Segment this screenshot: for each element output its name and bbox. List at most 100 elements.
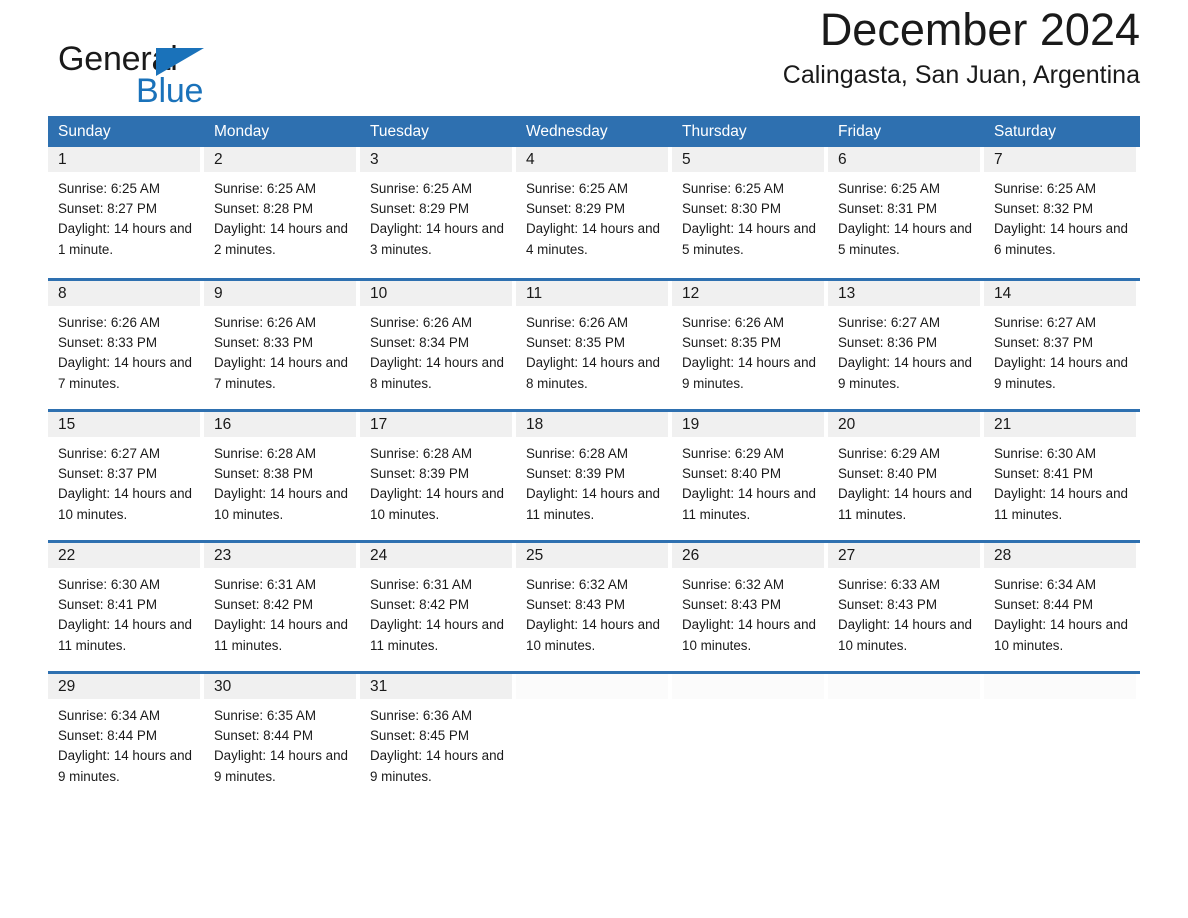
day-cell[interactable]: 17 Sunrise: 6:28 AM Sunset: 8:39 PM Dayl… [360, 412, 516, 540]
day-number [828, 674, 980, 699]
day-cell[interactable]: 22 Sunrise: 6:30 AM Sunset: 8:41 PM Dayl… [48, 543, 204, 671]
day-cell[interactable]: 16 Sunrise: 6:28 AM Sunset: 8:38 PM Dayl… [204, 412, 360, 540]
day-cell[interactable]: 1 Sunrise: 6:25 AM Sunset: 8:27 PM Dayli… [48, 147, 204, 278]
day-number: 9 [204, 281, 356, 306]
sunset-text: Sunset: 8:40 PM [682, 466, 781, 482]
day-number: 19 [672, 412, 824, 437]
sunset-text: Sunset: 8:41 PM [58, 597, 157, 613]
day-cell[interactable]: 24 Sunrise: 6:31 AM Sunset: 8:42 PM Dayl… [360, 543, 516, 671]
day-number: 12 [672, 281, 824, 306]
title-block: December 2024 Calingasta, San Juan, Arge… [783, 6, 1140, 90]
day-cell[interactable]: 10 Sunrise: 6:26 AM Sunset: 8:34 PM Dayl… [360, 281, 516, 409]
day-details: Sunrise: 6:35 AM Sunset: 8:44 PM Dayligh… [204, 699, 356, 787]
sunrise-text: Sunrise: 6:25 AM [370, 181, 472, 196]
sunset-text: Sunset: 8:36 PM [838, 335, 937, 351]
day-cell[interactable]: 27 Sunrise: 6:33 AM Sunset: 8:43 PM Dayl… [828, 543, 984, 671]
sunset-text: Sunset: 8:31 PM [838, 201, 937, 217]
day-cell[interactable]: 21 Sunrise: 6:30 AM Sunset: 8:41 PM Dayl… [984, 412, 1140, 540]
sunset-text: Sunset: 8:39 PM [526, 466, 625, 482]
sunset-text: Sunset: 8:42 PM [214, 597, 313, 613]
day-number: 22 [48, 543, 200, 568]
sunset-text: Sunset: 8:33 PM [58, 335, 157, 351]
daylight-text: Daylight: 14 hours and 11 minutes. [214, 617, 348, 653]
sunset-text: Sunset: 8:29 PM [526, 201, 625, 217]
daylight-text: Daylight: 14 hours and 11 minutes. [838, 486, 972, 522]
day-cell[interactable]: 5 Sunrise: 6:25 AM Sunset: 8:30 PM Dayli… [672, 147, 828, 278]
day-details: Sunrise: 6:32 AM Sunset: 8:43 PM Dayligh… [672, 568, 824, 656]
sunset-text: Sunset: 8:29 PM [370, 201, 469, 217]
day-cell[interactable]: 9 Sunrise: 6:26 AM Sunset: 8:33 PM Dayli… [204, 281, 360, 409]
day-cell[interactable]: 12 Sunrise: 6:26 AM Sunset: 8:35 PM Dayl… [672, 281, 828, 409]
day-number: 24 [360, 543, 512, 568]
sunset-text: Sunset: 8:41 PM [994, 466, 1093, 482]
day-cell[interactable]: 29 Sunrise: 6:34 AM Sunset: 8:44 PM Dayl… [48, 674, 204, 791]
sunrise-text: Sunrise: 6:25 AM [58, 181, 160, 196]
day-details: Sunrise: 6:33 AM Sunset: 8:43 PM Dayligh… [828, 568, 980, 656]
day-number: 20 [828, 412, 980, 437]
day-cell[interactable]: 2 Sunrise: 6:25 AM Sunset: 8:28 PM Dayli… [204, 147, 360, 278]
day-cell[interactable]: 8 Sunrise: 6:26 AM Sunset: 8:33 PM Dayli… [48, 281, 204, 409]
day-cell[interactable]: 6 Sunrise: 6:25 AM Sunset: 8:31 PM Dayli… [828, 147, 984, 278]
day-cell[interactable]: 25 Sunrise: 6:32 AM Sunset: 8:43 PM Dayl… [516, 543, 672, 671]
day-cell[interactable]: 30 Sunrise: 6:35 AM Sunset: 8:44 PM Dayl… [204, 674, 360, 791]
day-number: 13 [828, 281, 980, 306]
daylight-text: Daylight: 14 hours and 10 minutes. [682, 617, 816, 653]
daylight-text: Daylight: 14 hours and 6 minutes. [994, 221, 1128, 257]
day-cell[interactable]: 28 Sunrise: 6:34 AM Sunset: 8:44 PM Dayl… [984, 543, 1140, 671]
day-cell[interactable]: 15 Sunrise: 6:27 AM Sunset: 8:37 PM Dayl… [48, 412, 204, 540]
day-cell[interactable]: 23 Sunrise: 6:31 AM Sunset: 8:42 PM Dayl… [204, 543, 360, 671]
day-details: Sunrise: 6:28 AM Sunset: 8:39 PM Dayligh… [360, 437, 512, 525]
day-cell[interactable]: 19 Sunrise: 6:29 AM Sunset: 8:40 PM Dayl… [672, 412, 828, 540]
day-details: Sunrise: 6:25 AM Sunset: 8:32 PM Dayligh… [984, 172, 1136, 260]
brand-logo[interactable]: General Blue [58, 42, 258, 114]
daylight-text: Daylight: 14 hours and 9 minutes. [58, 748, 192, 784]
week-row: 22 Sunrise: 6:30 AM Sunset: 8:41 PM Dayl… [48, 540, 1140, 671]
day-cell[interactable]: 20 Sunrise: 6:29 AM Sunset: 8:40 PM Dayl… [828, 412, 984, 540]
day-number: 2 [204, 147, 356, 172]
sunset-text: Sunset: 8:34 PM [370, 335, 469, 351]
day-details: Sunrise: 6:27 AM Sunset: 8:37 PM Dayligh… [48, 437, 200, 525]
sunrise-text: Sunrise: 6:27 AM [58, 446, 160, 461]
weekday-sunday: Sunday [58, 123, 111, 140]
day-details: Sunrise: 6:26 AM Sunset: 8:35 PM Dayligh… [672, 306, 824, 394]
day-number: 23 [204, 543, 356, 568]
sunset-text: Sunset: 8:30 PM [682, 201, 781, 217]
sunrise-text: Sunrise: 6:36 AM [370, 708, 472, 723]
day-number: 26 [672, 543, 824, 568]
page-title: December 2024 [819, 4, 1140, 55]
sunrise-text: Sunrise: 6:27 AM [838, 315, 940, 330]
daylight-text: Daylight: 14 hours and 4 minutes. [526, 221, 660, 257]
daylight-text: Daylight: 14 hours and 10 minutes. [838, 617, 972, 653]
week-row: 29 Sunrise: 6:34 AM Sunset: 8:44 PM Dayl… [48, 671, 1140, 791]
day-details: Sunrise: 6:26 AM Sunset: 8:33 PM Dayligh… [204, 306, 356, 394]
sunrise-text: Sunrise: 6:26 AM [370, 315, 472, 330]
day-details: Sunrise: 6:34 AM Sunset: 8:44 PM Dayligh… [48, 699, 200, 787]
day-cell-empty [828, 674, 984, 791]
sunrise-text: Sunrise: 6:30 AM [994, 446, 1096, 461]
day-cell[interactable]: 18 Sunrise: 6:28 AM Sunset: 8:39 PM Dayl… [516, 412, 672, 540]
sunset-text: Sunset: 8:40 PM [838, 466, 937, 482]
day-cell[interactable]: 26 Sunrise: 6:32 AM Sunset: 8:43 PM Dayl… [672, 543, 828, 671]
sunrise-text: Sunrise: 6:28 AM [526, 446, 628, 461]
daylight-text: Daylight: 14 hours and 10 minutes. [214, 486, 348, 522]
day-cell[interactable]: 31 Sunrise: 6:36 AM Sunset: 8:45 PM Dayl… [360, 674, 516, 791]
weekday-tuesday: Tuesday [370, 123, 429, 140]
daylight-text: Daylight: 14 hours and 1 minute. [58, 221, 192, 257]
day-details: Sunrise: 6:34 AM Sunset: 8:44 PM Dayligh… [984, 568, 1136, 656]
day-cell[interactable]: 14 Sunrise: 6:27 AM Sunset: 8:37 PM Dayl… [984, 281, 1140, 409]
day-details: Sunrise: 6:30 AM Sunset: 8:41 PM Dayligh… [984, 437, 1136, 525]
day-number: 5 [672, 147, 824, 172]
daylight-text: Daylight: 14 hours and 9 minutes. [994, 355, 1128, 391]
sunrise-text: Sunrise: 6:25 AM [682, 181, 784, 196]
day-cell[interactable]: 3 Sunrise: 6:25 AM Sunset: 8:29 PM Dayli… [360, 147, 516, 278]
day-cell[interactable]: 11 Sunrise: 6:26 AM Sunset: 8:35 PM Dayl… [516, 281, 672, 409]
sunrise-text: Sunrise: 6:27 AM [994, 315, 1096, 330]
day-cell[interactable]: 7 Sunrise: 6:25 AM Sunset: 8:32 PM Dayli… [984, 147, 1140, 278]
daylight-text: Daylight: 14 hours and 5 minutes. [838, 221, 972, 257]
weekday-saturday: Saturday [994, 123, 1057, 140]
sunrise-text: Sunrise: 6:34 AM [994, 577, 1096, 592]
day-cell[interactable]: 13 Sunrise: 6:27 AM Sunset: 8:36 PM Dayl… [828, 281, 984, 409]
day-cell[interactable]: 4 Sunrise: 6:25 AM Sunset: 8:29 PM Dayli… [516, 147, 672, 278]
sunset-text: Sunset: 8:44 PM [994, 597, 1093, 613]
calendar-grid: Sunday Monday Tuesday Wednesday Thursday… [48, 116, 1140, 791]
